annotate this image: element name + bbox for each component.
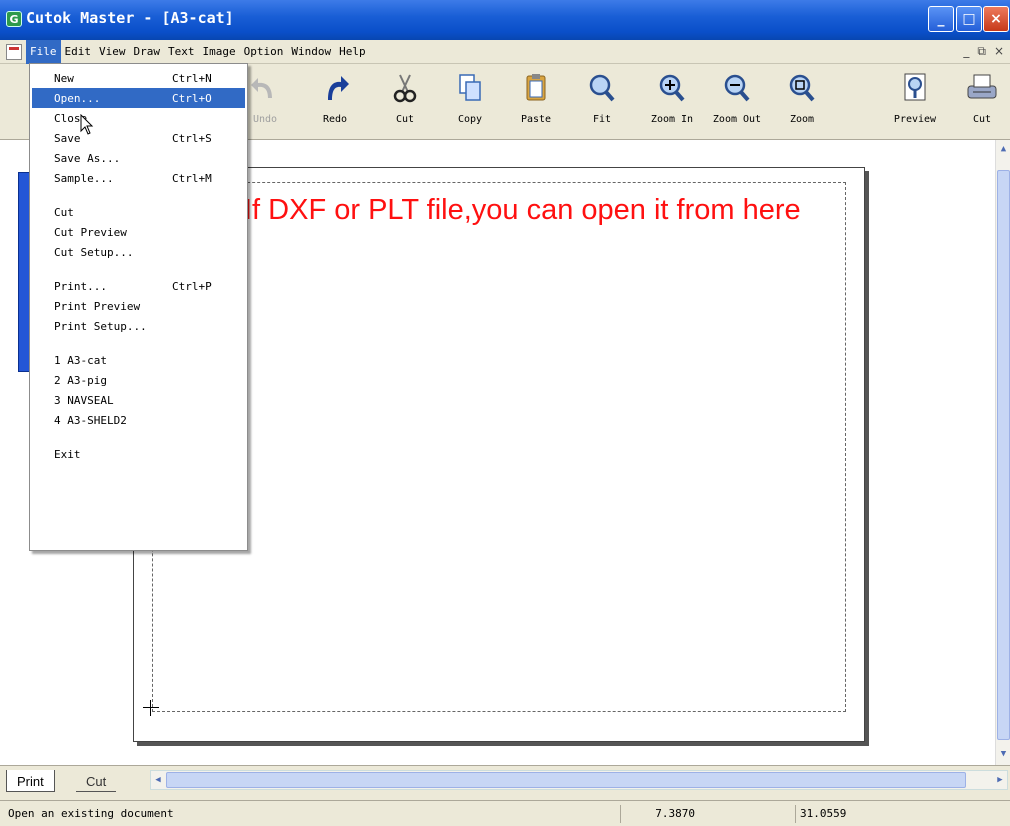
fit-button[interactable]: Fit <box>575 72 629 125</box>
menu-item-save-as[interactable]: Save As... <box>32 148 245 168</box>
menu-text[interactable]: Text <box>164 40 199 64</box>
maximize-button[interactable]: □ <box>956 6 982 32</box>
menu-item-save[interactable]: Save Ctrl+S <box>32 128 245 148</box>
document-icon[interactable] <box>6 44 22 60</box>
menu-separator <box>34 193 243 194</box>
scroll-up-icon[interactable]: ▲ <box>997 142 1010 157</box>
scroll-left-icon[interactable]: ◀ <box>151 772 165 788</box>
menu-bar: File Edit View Draw Text Image Option Wi… <box>0 40 1010 64</box>
menu-item-cut-setup[interactable]: Cut Setup... <box>32 242 245 262</box>
paste-button[interactable]: Paste <box>509 72 563 125</box>
origin-crosshair-icon <box>143 700 159 716</box>
menu-item-cut[interactable]: Cut <box>32 202 245 222</box>
scroll-right-icon[interactable]: ▶ <box>993 772 1007 788</box>
menu-item-recent-3[interactable]: 3 NAVSEAL <box>32 390 245 410</box>
menu-item-exit[interactable]: Exit <box>32 444 245 464</box>
status-message: Open an existing document <box>8 807 174 820</box>
zoom-icon <box>789 74 815 102</box>
tab-print[interactable]: Print <box>6 770 55 792</box>
menu-item-open[interactable]: Open... Ctrl+O <box>32 88 245 108</box>
sheet-tab-bar: Print Cut ◀ ▶ <box>0 765 1010 800</box>
undo-icon <box>251 78 272 98</box>
printable-area-border <box>152 182 846 712</box>
menu-view[interactable]: View <box>95 40 130 64</box>
mdi-minimize-button[interactable]: _ <box>963 44 969 59</box>
menu-item-sample[interactable]: Sample... Ctrl+M <box>32 168 245 188</box>
menu-edit[interactable]: Edit <box>61 40 96 64</box>
zoom-out-icon <box>724 74 750 102</box>
plotter-cut-button[interactable]: Cut <box>955 72 1009 125</box>
menu-item-cut-preview[interactable]: Cut Preview <box>32 222 245 242</box>
vertical-scroll-thumb[interactable] <box>997 170 1010 740</box>
paste-icon <box>526 74 546 101</box>
preview-button[interactable]: Preview <box>888 72 942 125</box>
cutok-app-icon[interactable]: G <box>6 11 22 27</box>
menu-image[interactable]: Image <box>199 40 240 64</box>
minimize-button[interactable]: _ <box>928 6 954 32</box>
status-y-coordinate: 31.0559 <box>795 805 975 823</box>
mdi-close-button[interactable]: × <box>994 44 1004 59</box>
title-bar: G Cutok Master - [A3-cat] _ □ × <box>0 0 1010 40</box>
menu-separator <box>34 341 243 342</box>
window-title: Cutok Master - [A3-cat] <box>26 9 234 27</box>
copy-button[interactable]: Copy <box>443 72 497 125</box>
scissors-icon <box>393 74 417 103</box>
preview-icon <box>904 73 926 101</box>
mouse-cursor-icon <box>80 114 94 135</box>
mdi-controls: _ ⧉ × <box>963 44 1004 59</box>
status-bar: Open an existing document 7.3870 31.0559 <box>0 800 1010 826</box>
menu-item-print-preview[interactable]: Print Preview <box>32 296 245 316</box>
redo-button[interactable]: Redo <box>308 72 362 125</box>
file-menu-dropdown: New Ctrl+N Open... Ctrl+O Close Save Ctrl+S… <box>29 63 248 551</box>
menu-separator <box>34 435 243 436</box>
zoom-fit-icon <box>589 74 615 102</box>
tab-cut[interactable]: Cut <box>76 770 117 792</box>
zoom-button[interactable]: Zoom <box>775 72 829 125</box>
menu-help[interactable]: Help <box>335 40 370 64</box>
menu-file[interactable]: File <box>26 40 61 64</box>
copy-icon <box>459 74 481 101</box>
menu-window[interactable]: Window <box>287 40 335 64</box>
zoom-in-button[interactable]: Zoom In <box>645 72 699 125</box>
horizontal-scroll-thumb[interactable] <box>166 772 966 788</box>
vertical-scrollbar[interactable]: ▲ ▼ <box>995 140 1010 765</box>
menu-option[interactable]: Option <box>240 40 288 64</box>
menu-separator <box>34 267 243 268</box>
tutorial-annotation: If DXF or PLT file,you can open it from … <box>244 194 801 226</box>
close-button[interactable]: × <box>983 6 1009 32</box>
zoom-in-icon <box>659 74 685 102</box>
mdi-restore-button[interactable]: ⧉ <box>977 44 986 59</box>
status-x-coordinate: 7.3870 <box>620 805 790 823</box>
menu-item-new[interactable]: New Ctrl+N <box>32 68 245 88</box>
redo-icon <box>328 76 349 100</box>
menu-item-recent-2[interactable]: 2 A3-pig <box>32 370 245 390</box>
menu-item-close[interactable]: Close <box>32 108 245 128</box>
menu-item-recent-4[interactable]: 4 A3-SHELD2 <box>32 410 245 430</box>
cut-button[interactable]: Cut <box>378 72 432 125</box>
menu-draw[interactable]: Draw <box>130 40 165 64</box>
horizontal-scrollbar[interactable]: ◀ ▶ <box>150 770 1008 790</box>
menu-item-recent-1[interactable]: 1 A3-cat <box>32 350 245 370</box>
zoom-out-button[interactable]: Zoom Out <box>710 72 764 125</box>
menu-item-print[interactable]: Print... Ctrl+P <box>32 276 245 296</box>
scroll-down-icon[interactable]: ▼ <box>997 747 1010 762</box>
menu-item-print-setup[interactable]: Print Setup... <box>32 316 245 336</box>
plotter-cut-icon <box>967 74 997 99</box>
